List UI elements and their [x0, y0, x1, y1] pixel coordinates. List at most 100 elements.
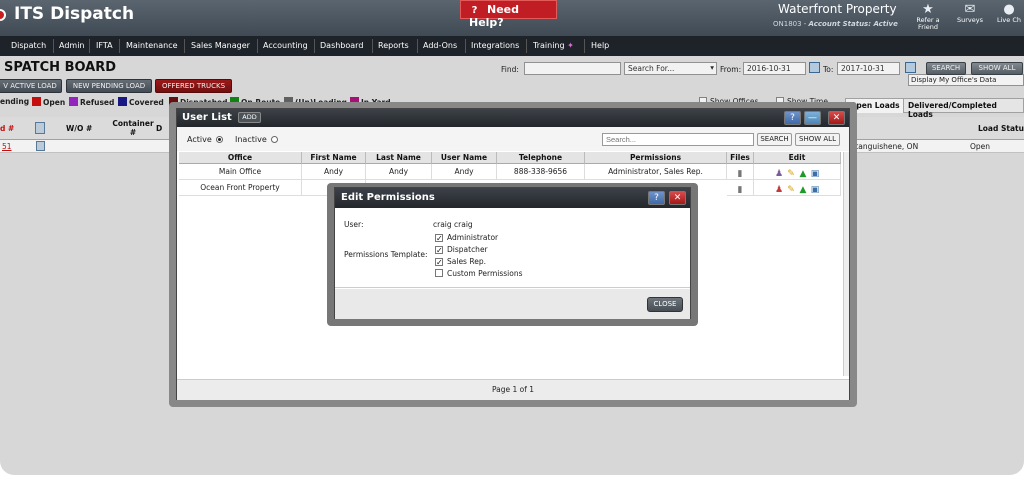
- main-menu: Dispatch Admin IFTA Maintenance Sales Ma…: [0, 36, 1024, 86]
- menu-dashboard[interactable]: Dashboard: [320, 41, 363, 50]
- training-icon: ✦: [567, 41, 574, 50]
- menu-sales-manager[interactable]: Sales Manager: [191, 41, 250, 50]
- menu-integrations[interactable]: Integrations: [471, 41, 519, 50]
- account-status: ON1803 - Account Status: Active: [773, 20, 898, 28]
- user-list-title: User List: [182, 112, 232, 123]
- menu-add-ons[interactable]: Add-Ons: [423, 41, 457, 50]
- user-filter-bar: Active Inactive SEARCH SHOW ALL: [177, 127, 849, 151]
- menu-admin[interactable]: Admin: [59, 41, 85, 50]
- menu-maintenance[interactable]: Maintenance: [126, 41, 178, 50]
- col-telephone[interactable]: Telephone: [497, 152, 585, 164]
- files-cell: ▮: [727, 180, 754, 196]
- refer-line2: Friend: [918, 23, 938, 31]
- shield-icon[interactable]: ▲: [798, 185, 808, 195]
- checkbox-checked[interactable]: ✓: [435, 246, 443, 255]
- truck-icon[interactable]: ▣: [810, 169, 820, 179]
- col-edit[interactable]: Edit: [754, 152, 841, 164]
- help-icon[interactable]: ?: [784, 111, 801, 125]
- checkbox-checked[interactable]: ✓: [435, 234, 443, 243]
- pencil-icon[interactable]: ✎: [786, 169, 796, 179]
- perm-label: Custom Permissions: [447, 269, 523, 278]
- menu-reports[interactable]: Reports: [378, 41, 409, 50]
- checkbox[interactable]: [435, 269, 443, 277]
- minimize-icon[interactable]: —: [804, 111, 821, 125]
- menu-dispatch[interactable]: Dispatch: [11, 41, 46, 50]
- account-status-text: Account Status: Active: [808, 20, 898, 28]
- pencil-icon[interactable]: ✎: [786, 185, 796, 195]
- top-header: ITS Dispatch ? Need Help? Waterfront Prop…: [0, 0, 1024, 36]
- edit-permissions-body: User: craig craig Permissions Template: …: [335, 208, 690, 288]
- edit-permissions-titlebar: Edit Permissions ? ✕: [335, 188, 690, 208]
- col-last-name[interactable]: Last Name: [366, 152, 432, 164]
- edit-permissions-dialog: Edit Permissions ? ✕ User: craig craig P…: [334, 187, 691, 319]
- edit-permissions-title: Edit Permissions: [341, 192, 435, 203]
- perm-label: Dispatcher: [447, 245, 488, 254]
- company-name: Waterfront Property: [778, 2, 897, 16]
- col-first-name[interactable]: First Name: [302, 152, 366, 164]
- perm-custom[interactable]: Custom Permissions: [435, 269, 522, 278]
- user-label: User:: [344, 220, 364, 229]
- inactive-label: Inactive: [235, 135, 267, 144]
- question-icon: ?: [471, 5, 478, 16]
- close-icon[interactable]: ✕: [828, 111, 845, 125]
- envelope-icon: ✉: [964, 2, 976, 17]
- user-search-button[interactable]: SEARCH: [757, 133, 792, 146]
- app-window: ITS Dispatch ? Need Help? Waterfront Prop…: [0, 0, 1024, 475]
- handshake-icon: ★: [922, 2, 934, 17]
- user-permissions-icon[interactable]: ♟: [774, 185, 784, 195]
- live-chat-label: Live Ch: [997, 16, 1021, 24]
- radio-selected[interactable]: [215, 136, 223, 143]
- col-office[interactable]: Office: [179, 152, 302, 164]
- menu-training[interactable]: Training ✦: [533, 41, 574, 50]
- perm-administrator[interactable]: ✓ Administrator: [435, 233, 498, 243]
- close-icon[interactable]: ✕: [669, 191, 686, 205]
- cell-office: Main Office: [179, 164, 302, 180]
- truck-icon[interactable]: ▣: [810, 185, 820, 195]
- shield-icon[interactable]: ▲: [798, 169, 808, 179]
- active-label: Active: [187, 135, 212, 144]
- files-cell: ▮: [727, 164, 754, 180]
- perm-label: Sales Rep.: [447, 257, 486, 266]
- col-permissions[interactable]: Permissions: [585, 152, 727, 164]
- edit-cell: ♟ ✎ ▲ ▣: [754, 164, 841, 180]
- perm-sales-rep[interactable]: ✓ Sales Rep.: [435, 257, 486, 267]
- col-files[interactable]: Files: [727, 152, 754, 164]
- user-permissions-icon[interactable]: ♟: [774, 169, 784, 179]
- edit-permissions-footer: CLOSE: [335, 289, 690, 319]
- menu-accounting[interactable]: Accounting: [263, 41, 308, 50]
- cell-first-name: Andy: [302, 164, 366, 180]
- need-help-button[interactable]: ? Need Help?: [460, 0, 557, 29]
- active-radio[interactable]: Active: [187, 135, 223, 144]
- paperclip-icon[interactable]: ▮: [735, 185, 745, 195]
- screen: ITS Dispatch ? Need Help? Waterfront Prop…: [0, 0, 1024, 481]
- checkbox-checked[interactable]: ✓: [435, 258, 443, 267]
- surveys-label: Surveys: [957, 16, 983, 24]
- template-label: Permissions Template:: [344, 250, 428, 259]
- account-id: ON1803 -: [773, 20, 809, 28]
- cell-user-name: Andy: [432, 164, 497, 180]
- live-chat-button[interactable]: ● Live Ch: [992, 2, 1024, 24]
- cell-last-name: Andy: [366, 164, 432, 180]
- chat-icon: ●: [1003, 2, 1015, 17]
- close-button[interactable]: CLOSE: [647, 297, 683, 312]
- cell-telephone: 888-338-9656: [497, 164, 585, 180]
- add-user-button[interactable]: ADD: [238, 112, 261, 123]
- menu-ifta[interactable]: IFTA: [96, 41, 113, 50]
- refer-friend-button[interactable]: ★ Refer a Friend: [914, 2, 942, 31]
- edit-cell: ♟ ✎ ▲ ▣: [754, 180, 841, 196]
- user-value: craig craig: [433, 220, 473, 229]
- user-search-input[interactable]: [602, 133, 754, 146]
- user-list-scrollbar[interactable]: [843, 152, 849, 376]
- perm-dispatcher[interactable]: ✓ Dispatcher: [435, 245, 488, 255]
- brand-logo[interactable]: ITS Dispatch: [14, 4, 134, 24]
- user-show-all-button[interactable]: SHOW ALL: [795, 133, 840, 146]
- paperclip-icon[interactable]: ▮: [735, 169, 745, 179]
- surveys-button[interactable]: ✉ Surveys: [953, 2, 987, 24]
- menu-help[interactable]: Help: [591, 41, 609, 50]
- help-icon[interactable]: ?: [648, 191, 665, 205]
- radio[interactable]: [270, 136, 278, 143]
- cell-office: Ocean Front Property: [179, 180, 302, 196]
- inactive-radio[interactable]: Inactive: [235, 135, 278, 144]
- training-label: Training: [533, 41, 565, 50]
- col-user-name[interactable]: User Name: [432, 152, 497, 164]
